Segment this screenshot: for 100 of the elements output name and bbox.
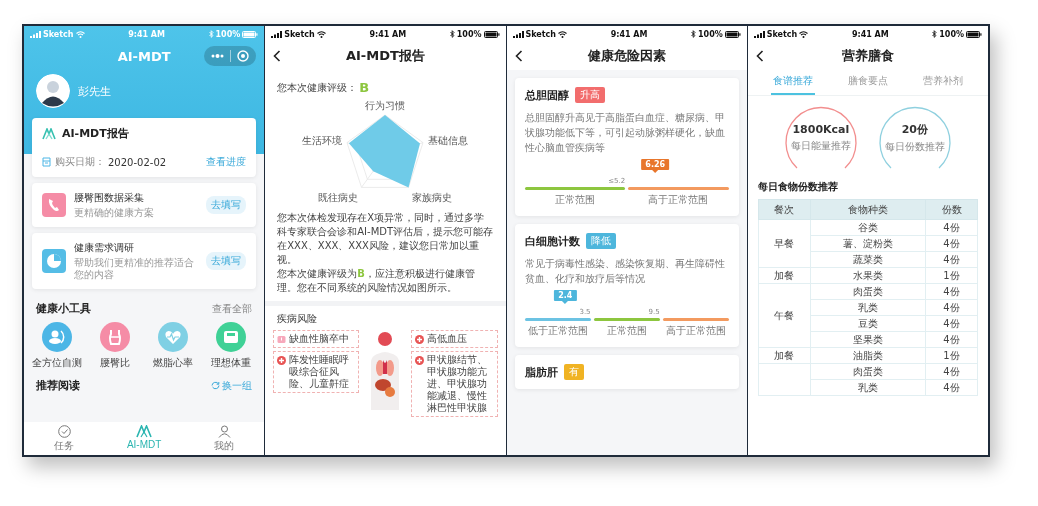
purchase-date-label: 购买日期：	[55, 155, 105, 169]
gauge-caption: 每日能量推荐	[790, 139, 851, 153]
disease-box: 甲状腺结节、甲状腺功能亢进、甲状腺功能减退、慢性淋巴性甲状腺	[411, 351, 498, 417]
logo-icon	[136, 425, 153, 438]
tool-icon[interactable]	[158, 322, 189, 352]
bluetooth-icon	[208, 30, 214, 38]
app-title: AI-MDT	[117, 48, 171, 64]
section-title: 健康小工具	[36, 301, 91, 316]
wifi-icon	[558, 30, 568, 38]
report-card[interactable]: AI-MDT报告 购买日期： 2020-02-02 查看进度	[32, 118, 257, 177]
avatar[interactable]	[36, 74, 70, 108]
table-cell: 肉蛋类	[810, 283, 926, 300]
back-icon[interactable]	[755, 50, 764, 62]
status-time: 9:41 AM	[610, 29, 648, 39]
back-icon[interactable]	[273, 50, 282, 62]
factor-description: 常见于病毒性感染、感染恢复期、再生障碍性贫血、化疗和放疗后等情况	[524, 257, 726, 286]
check-icon	[57, 425, 71, 438]
section-title: 推荐阅读	[36, 378, 80, 393]
more-icon	[211, 54, 225, 58]
refresh-link[interactable]: 换一组	[211, 378, 253, 393]
status-time: 9:41 AM	[128, 29, 165, 39]
battery-percent: 100%	[456, 29, 482, 39]
grade-value: B	[359, 80, 370, 95]
user-name: 彭先生	[78, 83, 111, 99]
tool-label: 全方位自测	[32, 356, 83, 370]
table-cell: 4份	[925, 315, 978, 332]
table-title: 每日食物份数推荐	[756, 180, 839, 194]
tool-icon[interactable]	[100, 322, 131, 352]
back-icon[interactable]	[514, 50, 523, 62]
tool-label: 腰臀比	[100, 356, 131, 370]
wifi-icon	[799, 30, 809, 38]
value-marker: 6.26	[641, 159, 670, 170]
page-title: 健康危险因素	[587, 47, 666, 65]
disease-box: 阵发性睡眠呼吸综合征风险、儿童鼾症	[273, 351, 360, 393]
tab[interactable]: 食谱推荐	[771, 70, 816, 95]
axis-label: 基础信息	[428, 135, 469, 146]
table-cell: 4份	[925, 363, 978, 380]
range-label: 高于正常范围	[647, 193, 710, 207]
table-cell: 蔬菜类	[810, 251, 926, 268]
gauge-caption: 每日份数推荐	[884, 140, 945, 154]
table-cell: 谷类	[810, 219, 926, 236]
person-icon	[217, 425, 231, 438]
cross-icon	[415, 334, 425, 344]
table-cell: 早餐	[758, 219, 811, 268]
task-card[interactable]: 腰臀围数据采集 更精确的健康方案 去填写	[32, 183, 257, 227]
fill-in-button[interactable]: 去填写	[206, 196, 247, 214]
table-cell: 4份	[925, 219, 978, 236]
factor-description: 总胆固醇升高见于高脂蛋白血症、糖尿病、甲状腺功能低下等，可引起动脉粥样硬化，缺血性心脑血管疾病等	[524, 111, 726, 155]
capsule-button[interactable]	[204, 46, 257, 66]
view-all-link[interactable]: 查看全部	[212, 301, 253, 316]
range-label: 高于正常范围	[664, 324, 727, 338]
tool-icon[interactable]	[216, 322, 247, 352]
page-title: AI-MDT报告	[345, 47, 425, 65]
battery-percent: 100%	[939, 29, 964, 39]
battery-icon	[966, 30, 982, 38]
table-cell: 薯、淀粉类	[810, 235, 926, 252]
tab-bar-item[interactable]: AI-MDT	[104, 425, 185, 453]
task-card[interactable]: 健康需求调研 帮助我们更精准的推荐适合您的内容 去填写	[32, 233, 257, 289]
grade-sentence: 您本次健康评级为B，应注意积极进行健康管理。您在不同系统的风险情况如图所示。	[277, 267, 476, 295]
bluetooth-icon	[691, 30, 697, 38]
cross-icon	[277, 355, 287, 365]
bluetooth-icon	[932, 30, 938, 38]
table-cell: 肉蛋类	[810, 363, 926, 380]
axis-label: 生活环境	[302, 135, 343, 146]
carrier-name: Sketch	[284, 29, 315, 39]
table-cell: 4份	[925, 299, 978, 316]
task-subtitle: 帮助我们更精准的推荐适合您的内容	[74, 257, 195, 281]
task-title: 健康需求调研	[74, 241, 135, 255]
table-cell: 午餐	[758, 283, 811, 348]
axis-label: 既往病史	[318, 192, 359, 203]
status-tag: 有	[563, 364, 584, 380]
logo-icon	[42, 127, 56, 140]
tool-label: 理想体重	[211, 356, 252, 370]
bluetooth-icon	[449, 30, 455, 38]
tab[interactable]: 营养补剂	[920, 70, 965, 95]
task-title: 腰臀围数据采集	[74, 191, 145, 205]
table-cell: 水果类	[810, 267, 926, 284]
progress-link[interactable]: 查看进度	[206, 155, 247, 169]
alert-icon	[277, 334, 287, 344]
calendar-icon	[42, 157, 52, 167]
grade-label: 您本次健康评级：	[277, 80, 358, 95]
battery-percent: 100%	[215, 29, 241, 39]
close-icon	[237, 50, 250, 62]
battery-percent: 100%	[698, 29, 723, 39]
column-header: 餐次	[758, 199, 811, 220]
tab-bar-item[interactable]: 任务	[24, 425, 105, 453]
carrier-name: Sketch	[766, 29, 798, 39]
table-cell: 加餐	[758, 267, 811, 284]
fill-in-button[interactable]: 去填写	[206, 252, 247, 270]
table-cell: 豆类	[810, 315, 926, 332]
status-time: 9:41 AM	[851, 29, 889, 39]
task-subtitle: 更精确的健康方案	[74, 207, 155, 219]
tab-bar-item[interactable]: 我的	[184, 425, 265, 453]
wifi-icon	[75, 30, 85, 38]
tool-icon[interactable]	[42, 322, 73, 352]
tab[interactable]: 膳食要点	[845, 70, 890, 95]
gauge-value: 20份	[901, 122, 929, 137]
battery-icon	[724, 30, 741, 38]
cross-icon	[415, 355, 425, 365]
table-cell: 4份	[925, 235, 978, 252]
